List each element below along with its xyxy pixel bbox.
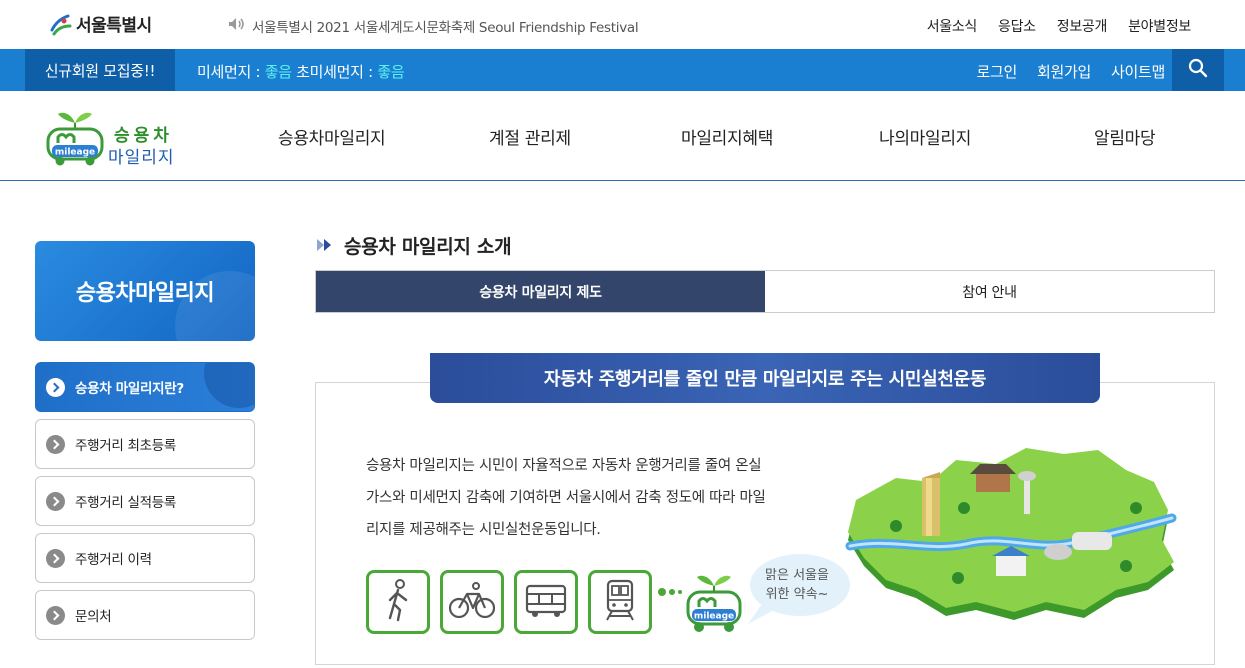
signup-link[interactable]: 회원가입: [1037, 61, 1091, 82]
chevron-right-icon: [46, 377, 65, 397]
seoul-logo[interactable]: 서울특별시: [48, 11, 152, 36]
intro-description: 승용차 마일리지는 시민이 자율적으로 자동차 운행거리를 줄여 온실 가스와 …: [366, 450, 816, 546]
seoul-logo-icon: [48, 12, 72, 36]
sidebar-item-label: 주행거리 실적등록: [75, 495, 176, 511]
sidebar-item-mileage-history[interactable]: 주행거리 이력: [35, 533, 255, 583]
sitemap-link[interactable]: 사이트맵: [1111, 61, 1165, 82]
chevron-right-icon: [46, 548, 65, 568]
speaker-icon: [228, 17, 246, 35]
page-title-text: 승용차 마일리지 소개: [344, 236, 512, 258]
recruit-banner[interactable]: 신규회원 모집중!!: [25, 49, 175, 91]
page-title: 승용차 마일리지 소개: [316, 232, 512, 259]
subway-icon: [602, 578, 638, 626]
sidebar-item-label: 주행거리 이력: [75, 552, 152, 568]
mileage-mascot-icon: mileage: [684, 572, 744, 640]
gnb-my-mileage[interactable]: 나의마일리지: [879, 124, 971, 149]
tab-participation-guide[interactable]: 참여 안내: [765, 271, 1214, 312]
sidebar-item-what-is-mileage[interactable]: 승용차 마일리지란?: [35, 362, 255, 412]
search-icon: [1188, 58, 1208, 82]
top-utility-bar: 서울특별시 서울특별시 2021 서울세계도시문화축제 Seoul Friend…: [0, 0, 1245, 49]
dust-value: 좋음: [264, 63, 292, 81]
description-line-2: 가스와 미세먼지 감축에 기여하면 서울시에서 감축 정도에 따라 마일: [366, 490, 766, 506]
title-bullet-icon: [316, 235, 336, 257]
notice-text: 서울특별시 2021 서울세계도시문화축제 Seoul Friendship F…: [252, 20, 639, 36]
login-link[interactable]: 로그인: [976, 61, 1017, 82]
main-header: mileage 승용차 마일리지 승용차마일리지 계절 관리제 마일리지혜택 나…: [0, 91, 1245, 181]
seoul-map-illustration: [836, 448, 1181, 632]
intro-banner: 자동차 주행거리를 줄인 만큼 마일리지로 주는 시민실천운동: [430, 353, 1100, 403]
air-quality-status: 미세먼지 : 좋음 초미세먼지 : 좋음: [197, 61, 405, 82]
top-link-field-info[interactable]: 분야별정보: [1128, 16, 1191, 36]
chevron-right-icon: [46, 434, 65, 454]
top-link-seoul-news[interactable]: 서울소식: [927, 16, 978, 36]
bus-icon-box: [514, 570, 578, 634]
brand-line-2: 마일리지: [108, 148, 175, 168]
walking-icon: [378, 578, 418, 626]
site-logo[interactable]: mileage 승용차 마일리지: [44, 105, 174, 171]
sidebar-item-label: 주행거리 최초등록: [75, 438, 176, 454]
intro-banner-text: 자동차 주행거리를 줄인 만큼 마일리지로 주는 시민실천운동: [543, 369, 987, 390]
gnb-notice-board[interactable]: 알림마당: [1094, 124, 1156, 149]
notice-ticker[interactable]: 서울특별시 2021 서울세계도시문화축제 Seoul Friendship F…: [228, 16, 639, 36]
top-link-eungdapso[interactable]: 응답소: [998, 16, 1036, 36]
sidebar-item-label: 문의처: [75, 609, 112, 625]
sidebar-title: 승용차마일리지: [35, 241, 255, 341]
bicycle-icon-box: [440, 570, 504, 634]
connector-dots: [657, 583, 685, 602]
bus-icon: [524, 580, 568, 624]
top-link-open-info[interactable]: 정보공개: [1057, 16, 1108, 36]
sidebar-item-record-registration[interactable]: 주행거리 실적등록: [35, 476, 255, 526]
chevron-right-icon: [46, 491, 65, 511]
content-tabs: 승용차 마일리지 제도 참여 안내: [315, 270, 1215, 313]
walking-icon-box: [366, 570, 430, 634]
chevron-right-icon: [46, 605, 65, 625]
tab-mileage-system[interactable]: 승용차 마일리지 제도: [316, 271, 765, 312]
fine-dust-value: 좋음: [377, 63, 405, 81]
bicycle-icon: [448, 580, 496, 624]
gnb-car-mileage[interactable]: 승용차마일리지: [278, 124, 386, 149]
gnb-seasonal-management[interactable]: 계절 관리제: [489, 124, 571, 149]
seoul-logo-text: 서울특별시: [76, 16, 152, 36]
search-button[interactable]: [1172, 49, 1224, 91]
status-bar: 신규회원 모집중!! 미세먼지 : 좋음 초미세먼지 : 좋음 로그인 회원가입…: [0, 49, 1245, 91]
description-line-3: 리지를 제공해주는 시민실천운동입니다.: [366, 522, 601, 538]
gnb-mileage-benefits[interactable]: 마일리지혜택: [681, 124, 773, 149]
mileage-car-logo-icon: mileage: [44, 105, 106, 171]
mascot-badge-text: mileage: [694, 612, 734, 622]
logo-badge-text: mileage: [55, 148, 95, 158]
top-links: 서울소식 응답소 정보공개 분야별정보: [927, 16, 1192, 36]
sidebar-item-contact[interactable]: 문의처: [35, 590, 255, 640]
subway-icon-box: [588, 570, 652, 634]
description-line-1: 승용차 마일리지는 시민이 자율적으로 자동차 운행거리를 줄여 온실: [366, 458, 762, 474]
sidebar-item-first-registration[interactable]: 주행거리 최초등록: [35, 419, 255, 469]
sidebar-item-label: 승용차 마일리지란?: [75, 381, 184, 397]
fine-dust-label: 초미세먼지 :: [291, 63, 378, 81]
user-links: 로그인 회원가입 사이트맵: [976, 61, 1165, 82]
dust-label: 미세먼지 :: [197, 63, 265, 81]
